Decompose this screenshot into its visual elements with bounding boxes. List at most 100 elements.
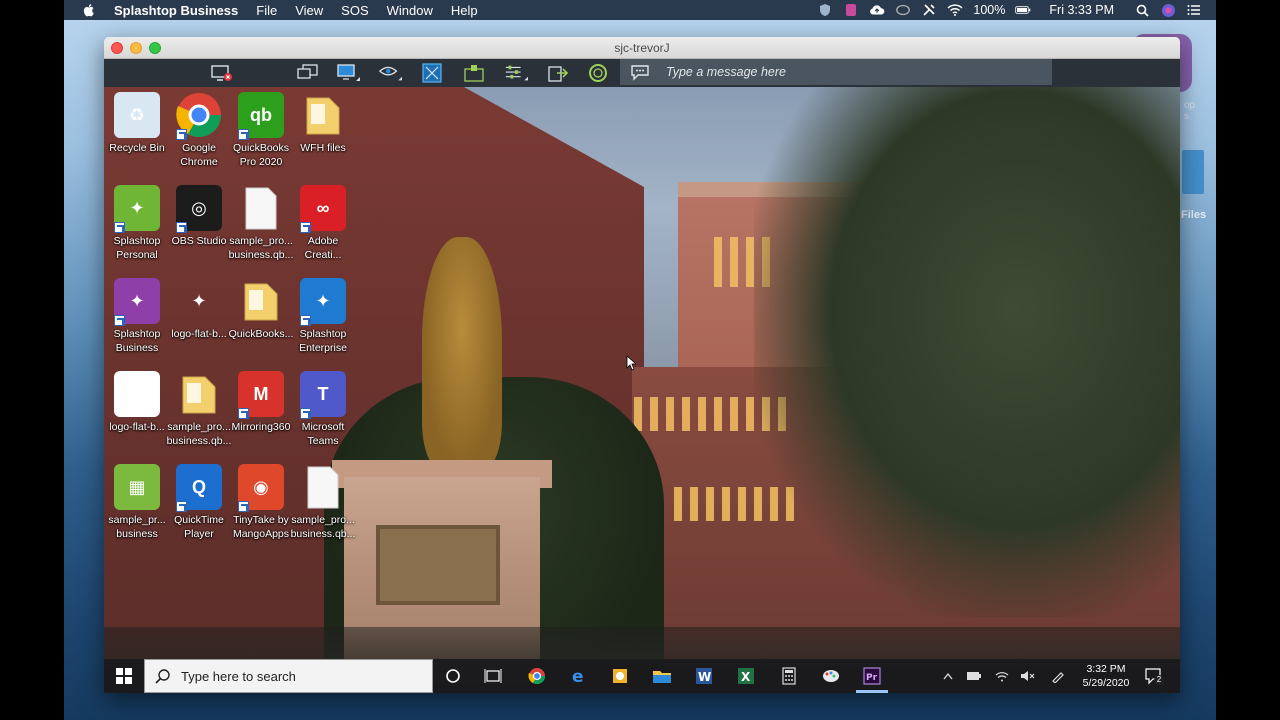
desktop-icon-label: QuickBooks Pro 2020: [232, 142, 290, 168]
apple-icon[interactable]: [82, 3, 96, 17]
desktop-icon[interactable]: ✦ Splashtop Personal: [104, 185, 170, 262]
volume-muted-icon[interactable]: [1020, 668, 1036, 684]
desktop-icon[interactable]: ✦ Splashtop Business: [104, 278, 170, 355]
windows-taskbar: Type here to search e W X Pr 3:32 PM 5/2…: [104, 659, 1180, 693]
battery-icon[interactable]: [1015, 3, 1031, 17]
desktop-icon-image: ✦: [114, 371, 160, 417]
tools-icon[interactable]: [921, 3, 937, 17]
search-placeholder: Type here to search: [181, 668, 296, 684]
menu-sos[interactable]: SOS: [341, 3, 368, 18]
desktop-icon[interactable]: sample_pro... business.qb...: [166, 371, 232, 448]
desktop-icon[interactable]: sample_pro... business.qb...: [228, 185, 294, 262]
notification-center-icon[interactable]: [1186, 3, 1202, 17]
desktop-icon[interactable]: ◉ TinyTake by MangoApps: [228, 464, 294, 541]
window-titlebar[interactable]: sjc-trevorJ: [104, 37, 1180, 59]
taskbar-clock[interactable]: 3:32 PM 5/29/2020: [1072, 662, 1140, 690]
desktop-icon-image: ✦: [191, 290, 207, 311]
desktop-icon-image: [238, 278, 284, 324]
record-button[interactable]: [586, 62, 610, 84]
pen-tray-icon[interactable]: [1050, 668, 1066, 684]
chrome-taskbar-icon[interactable]: [527, 666, 547, 686]
desktop-icon[interactable]: ♻ Recycle Bin: [104, 92, 170, 155]
desktop-icon-image: ✦: [114, 278, 160, 326]
word-taskbar-icon[interactable]: W: [694, 666, 714, 686]
menubar-status-area: 100% Fri 3:33 PM: [817, 0, 1202, 20]
desktop-icon[interactable]: ◎ OBS Studio: [166, 185, 232, 248]
edge-taskbar-icon[interactable]: e: [569, 666, 589, 686]
desktop-icon-label: logo-flat-b...: [171, 328, 227, 340]
chat-placeholder: Type a message here: [666, 65, 786, 79]
file-transfer-button[interactable]: [462, 62, 486, 84]
view-options-button[interactable]: [378, 62, 402, 84]
splashtop-status-icon[interactable]: [843, 3, 859, 17]
desktop-icon[interactable]: qb QuickBooks Pro 2020: [228, 92, 294, 169]
menu-window[interactable]: Window: [387, 3, 433, 18]
fit-window-button[interactable]: [420, 62, 444, 84]
file-explorer-taskbar-icon[interactable]: [652, 666, 672, 686]
menubar-clock[interactable]: Fri 3:33 PM: [1049, 3, 1114, 17]
task-view-icon[interactable]: [483, 666, 503, 686]
monitor-select-button[interactable]: [336, 62, 360, 84]
battery-tray-icon[interactable]: [966, 668, 982, 684]
cloud-upload-icon[interactable]: [869, 3, 885, 17]
outlook-taskbar-icon[interactable]: [610, 666, 630, 686]
taskbar-search-box[interactable]: Type here to search: [144, 659, 433, 693]
shield-icon[interactable]: [817, 3, 833, 17]
svg-text:X: X: [741, 670, 751, 684]
multi-monitor-icon: [297, 64, 318, 79]
desktop-icon-label: sample_pro... business.qb...: [228, 235, 294, 261]
desktop-icon-label: sample_pro... business.qb...: [166, 421, 232, 447]
app-menu[interactable]: Splashtop Business: [114, 3, 238, 18]
shortcut-arrow-icon: [176, 501, 187, 512]
action-center-icon[interactable]: 2: [1144, 667, 1164, 685]
transfer-session-button[interactable]: [546, 62, 570, 84]
desktop-icon[interactable]: M Mirroring360: [228, 371, 294, 434]
menu-help[interactable]: Help: [451, 3, 478, 18]
windows-start-icon[interactable]: [116, 668, 132, 684]
creative-cloud-icon[interactable]: [895, 3, 911, 17]
desktop-icon[interactable]: ✦ Splashtop Enterprise: [290, 278, 356, 355]
menu-file[interactable]: File: [256, 3, 277, 18]
desktop-icon[interactable]: Google Chrome: [166, 92, 232, 169]
svg-text:Pr: Pr: [866, 673, 878, 683]
spotlight-search-icon[interactable]: [1134, 3, 1150, 17]
premiere-taskbar-icon[interactable]: Pr: [862, 666, 882, 686]
network-tray-icon[interactable]: [994, 668, 1010, 684]
window-title: sjc-trevorJ: [614, 41, 670, 55]
wifi-icon[interactable]: [947, 3, 963, 17]
desktop-icon[interactable]: sample_pro... business.qb...: [290, 464, 356, 541]
taskbar-time: 3:32 PM: [1086, 663, 1126, 675]
excel-taskbar-icon[interactable]: X: [736, 666, 756, 686]
desktop-icon-image: ♻: [114, 92, 160, 138]
switch-monitor-button[interactable]: [296, 62, 320, 84]
shortcut-arrow-icon: [114, 315, 125, 326]
menu-view[interactable]: View: [295, 3, 323, 18]
paint-taskbar-icon[interactable]: [821, 666, 841, 686]
desktop-icon[interactable]: ✦ logo-flat-b...: [166, 278, 232, 341]
desktop-icon-image: ∞: [300, 185, 346, 233]
desktop-icon[interactable]: ✦ logo-flat-b...: [104, 371, 170, 434]
desktop-icon[interactable]: Q QuickTime Player: [166, 464, 232, 541]
desktop-icon[interactable]: QuickBooks...: [228, 278, 294, 341]
settings-button[interactable]: [504, 62, 528, 84]
remote-desktop[interactable]: ♻ Recycle Bin Google Chrome qb QuickBooks Pro …: [104, 87, 1180, 693]
shortcut-arrow-icon: [114, 222, 125, 233]
desktop-icon-label: sample_pro... business.qb...: [290, 514, 356, 540]
shortcut-arrow-icon: [238, 408, 249, 419]
calculator-taskbar-icon[interactable]: [779, 666, 799, 686]
desktop-icon[interactable]: ∞ Adobe Creati...: [290, 185, 356, 262]
show-hidden-icons[interactable]: [940, 668, 956, 684]
desktop-icon[interactable]: WFH files: [290, 92, 356, 155]
battery-percent[interactable]: 100%: [973, 3, 1005, 17]
desktop-icon[interactable]: ▦ sample_pr... business: [104, 464, 170, 541]
record-icon: [589, 64, 607, 82]
mac-desktop-file-icon[interactable]: [1182, 150, 1204, 194]
chat-message-input[interactable]: Type a message here: [620, 59, 1052, 85]
search-icon: [155, 669, 170, 684]
disconnect-button[interactable]: [210, 62, 234, 84]
desktop-icon[interactable]: T Microsoft Teams: [290, 371, 356, 448]
svg-text:W: W: [698, 670, 711, 684]
mac-desktop-label: op s: [1184, 100, 1196, 122]
cortana-icon[interactable]: [443, 666, 463, 686]
siri-icon[interactable]: [1160, 3, 1176, 17]
